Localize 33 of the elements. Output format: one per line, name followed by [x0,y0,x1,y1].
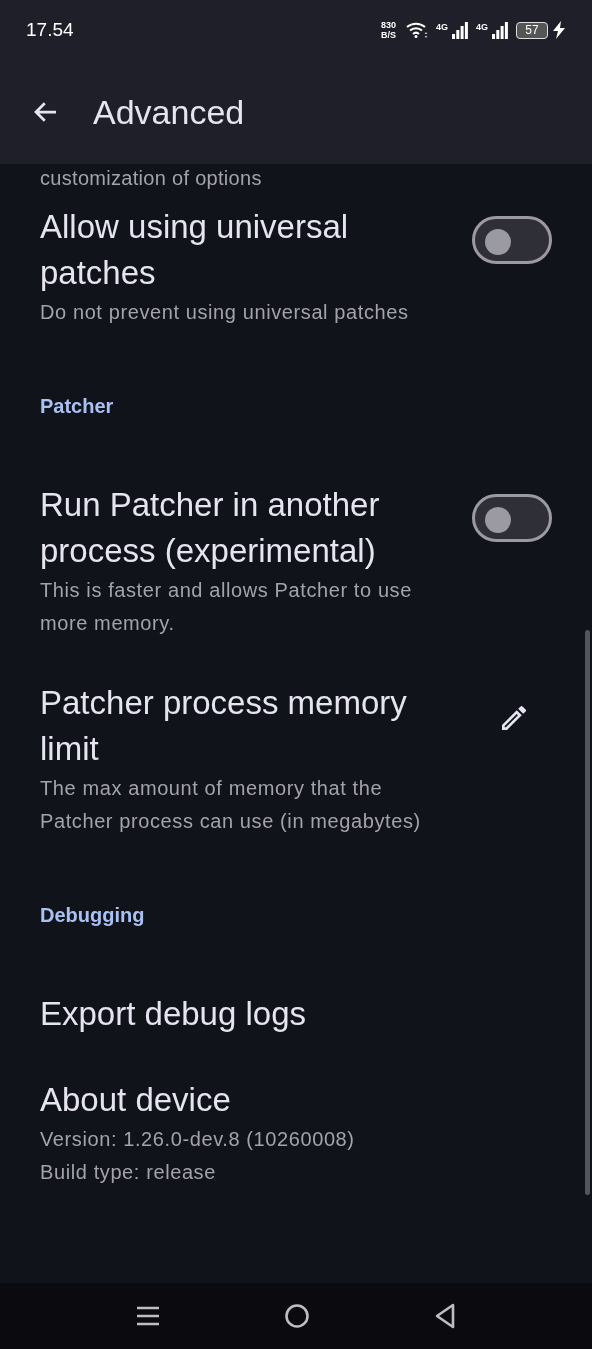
signal-icon [452,21,468,39]
network-speed-unit: B/S [380,30,396,40]
setting-description: The max amount of memory that the Patcher process can use (in megabytes) [40,776,422,834]
setting-description: This is faster and allows Patcher to use more memory. [40,578,413,636]
section-header: Debugging [39,903,146,928]
setting-item[interactable]: Export debug logs [0,971,592,1057]
toggle-switch[interactable] [472,216,552,264]
setting-title: Patcher process memory limit [40,683,408,769]
setting-item[interactable]: Allow using universal patches Do not prevent using universal patches [0,190,592,349]
network-speed: 830 [380,20,396,30]
info-line: Build type: release [40,1160,217,1185]
page-title: Advanced [93,92,245,132]
setting-title: Allow using universal patches [40,207,350,293]
setting-item[interactable]: Run Patcher in another process (experimental) This is faster and allows Patcher to use more memory. [0,462,592,660]
section-header: Patcher [39,394,115,419]
back-icon[interactable] [434,1303,456,1329]
setting-title: Run Patcher in another process (experimental) [40,485,381,571]
setting-item[interactable]: Patcher process memory limit The max amount of memory that the Patcher process can use (in megabytes) [0,660,592,858]
network-type: 4G [435,22,448,32]
setting-description: Do not prevent using universal patches [40,300,410,325]
menu-icon[interactable] [136,1305,160,1327]
setting-item[interactable]: About device Version: 1.26.0-dev.8 (10260008) Build type: release [0,1057,592,1209]
signal-icon [492,21,508,39]
setting-title: Export debug logs [40,994,307,1034]
setting-title: About device [40,1080,232,1120]
wifi-icon [405,22,428,38]
clock: 17.54 [26,19,74,41]
toggle-switch[interactable] [472,494,552,542]
setting-description: customization of options [39,166,263,190]
home-button[interactable] [284,1303,310,1329]
network-type: 4G [476,22,488,32]
battery-level: 57 [525,23,539,37]
info-line: Version: 1.26.0-dev.8 (10260008) [40,1127,356,1152]
